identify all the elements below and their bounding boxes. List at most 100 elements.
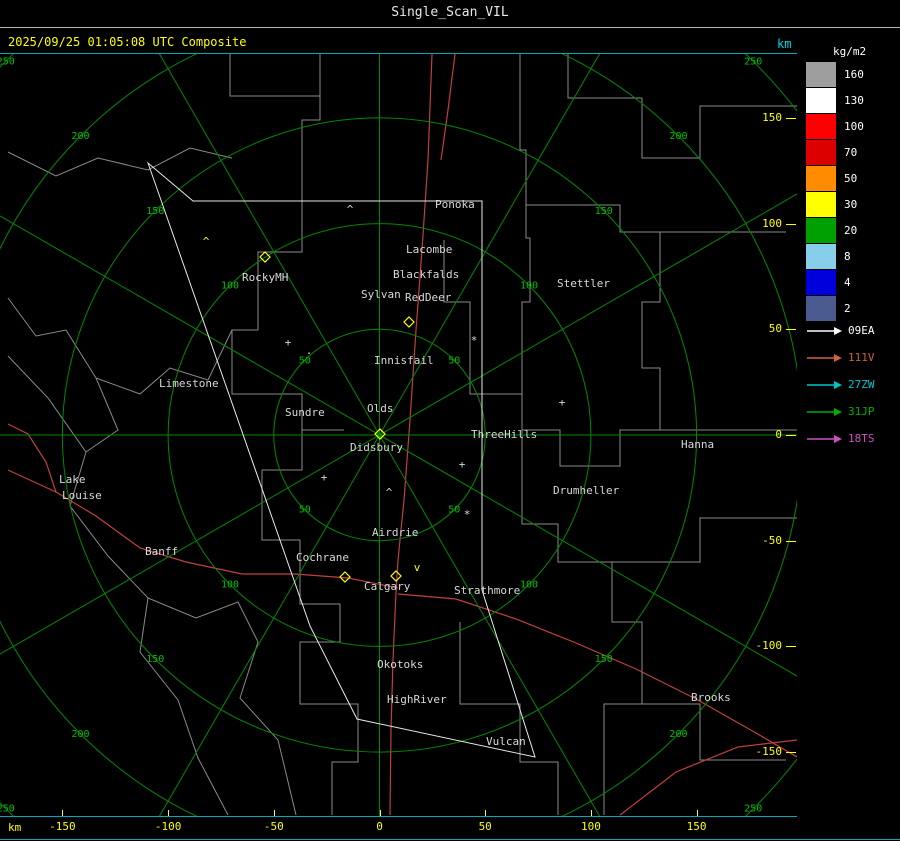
city-label: HighRiver — [387, 693, 447, 706]
storm-marker-glyph: . — [306, 344, 313, 357]
legend-entry: 30 — [806, 192, 900, 218]
radar-scan-outline — [146, 161, 536, 758]
legend-value-label: 130 — [844, 94, 864, 107]
city-label: Limestone — [159, 377, 219, 390]
city-label: Lacombe — [406, 243, 453, 256]
county-boundary-line — [567, 54, 797, 159]
city-label: Sundre — [285, 406, 325, 419]
ring-distance-label: 250 — [744, 804, 762, 815]
legend-value-label: 70 — [844, 146, 858, 159]
city-label: Brooks — [691, 691, 731, 704]
storm-marker-glyph: ^ — [386, 486, 393, 499]
track-arrow-icon — [807, 408, 842, 416]
city-label: Sylvan — [361, 288, 401, 301]
legend-color-swatch — [806, 244, 836, 269]
legend-color-swatch — [806, 270, 836, 295]
storm-track-111V: 111V — [806, 352, 900, 366]
city-label: Louise — [62, 489, 102, 502]
legend-entry: 50 — [806, 166, 900, 192]
y-tick-label: -150 — [755, 745, 783, 759]
radar-app-window: { "window": { "title": "Single_Scan_VIL"… — [0, 0, 900, 841]
track-arrow-icon — [807, 327, 842, 335]
legend-unit-label: kg/m2 — [833, 45, 867, 58]
x-axis-unit-label: km — [8, 821, 22, 834]
legend-color-swatch — [806, 166, 836, 191]
county-boundary-line — [519, 54, 531, 430]
legend-color-swatch — [806, 296, 836, 321]
city-label: Cochrane — [296, 551, 349, 564]
legend-value-label: 4 — [844, 276, 851, 289]
y-tick-label: 0 — [775, 428, 782, 441]
plot-top-border — [0, 53, 797, 54]
city-label: Drumheller — [553, 484, 620, 497]
highway-line — [397, 593, 797, 758]
storm-track-18TS: 18TS — [806, 433, 900, 447]
storm-marker-glyph: + — [559, 396, 566, 409]
radial-line — [158, 54, 601, 816]
track-id-label: 31JP — [848, 405, 875, 418]
city-label: RedDeer — [405, 291, 452, 304]
ring-distance-label: 200 — [72, 729, 90, 740]
x-tick-label: 0 — [376, 820, 383, 833]
legend-value-label: 50 — [844, 172, 858, 185]
ring-distance-label: 150 — [595, 654, 613, 665]
track-id-label: 111V — [848, 351, 875, 364]
city-label: Innisfail — [374, 354, 434, 367]
city-label: ThreeHills — [471, 428, 538, 441]
storm-marker-glyph: v — [414, 561, 421, 574]
x-tick-label: -150 — [49, 820, 76, 833]
x-tick-label: 100 — [580, 820, 601, 833]
ring-distance-label: 200 — [669, 729, 687, 740]
ring-distance-label: 50 — [299, 505, 311, 516]
ring-distance-label: 150 — [146, 654, 164, 665]
storm-marker-glyph: ^ — [203, 235, 210, 248]
y-tick-label: 100 — [762, 216, 782, 230]
ring-distance-label: 150 — [595, 206, 613, 217]
county-boundary-line — [229, 54, 321, 205]
legend-color-swatch — [806, 62, 836, 87]
y-tick-mark — [786, 435, 796, 436]
track-id-label: 09EA — [848, 324, 875, 337]
track-arrow-icon — [807, 381, 842, 389]
legend-color-swatch — [806, 88, 836, 113]
city-label: Airdrie — [372, 526, 419, 539]
legend-value-label: 30 — [844, 198, 858, 211]
track-arrow-icon — [807, 354, 842, 362]
storm-marker-glyph: * — [464, 508, 471, 521]
legend-value-label: 160 — [844, 68, 864, 81]
page-bottom-border — [0, 839, 900, 840]
city-label: Strathmore — [454, 584, 521, 597]
y-tick-mark — [786, 329, 796, 331]
city-label: Stettler — [557, 277, 610, 290]
y-tick-mark — [786, 540, 796, 542]
legend-color-swatch — [806, 114, 836, 139]
ring-distance-label: 200 — [72, 131, 90, 142]
city-label: Didsbury — [350, 441, 403, 454]
y-tick-mark — [786, 223, 796, 225]
ring-distance-label: 100 — [520, 281, 538, 292]
county-boundary-line — [261, 430, 359, 815]
storm-track-09EA: 09EA — [806, 325, 900, 339]
x-tick-label: -50 — [263, 820, 284, 833]
x-tick-label: 50 — [478, 820, 492, 833]
storm-track-31JP: 31JP — [806, 406, 900, 420]
legend-color-swatch — [806, 192, 836, 217]
legend-entry: 160 — [806, 62, 900, 88]
radar-site-diamond-icon — [403, 316, 415, 328]
highway-line — [440, 54, 456, 161]
y-tick-mark — [786, 752, 796, 754]
y-tick-mark — [786, 117, 796, 119]
legend-color-swatch — [806, 140, 836, 165]
county-boundary-line — [147, 597, 297, 816]
legend-value-label: 100 — [844, 120, 864, 133]
y-tick-mark — [786, 646, 796, 648]
track-arrow-icon — [807, 435, 842, 443]
legend-entry: 2 — [806, 296, 900, 322]
city-label: Banff — [145, 545, 179, 558]
y-tick-label: 150 — [762, 110, 782, 124]
storm-marker-glyph: + — [459, 458, 466, 471]
storm-track-27ZW: 27ZW — [806, 379, 900, 393]
city-label: Okotoks — [377, 658, 424, 671]
ring-distance-label: 100 — [520, 579, 538, 590]
ring-distance-label: 250 — [744, 56, 762, 67]
